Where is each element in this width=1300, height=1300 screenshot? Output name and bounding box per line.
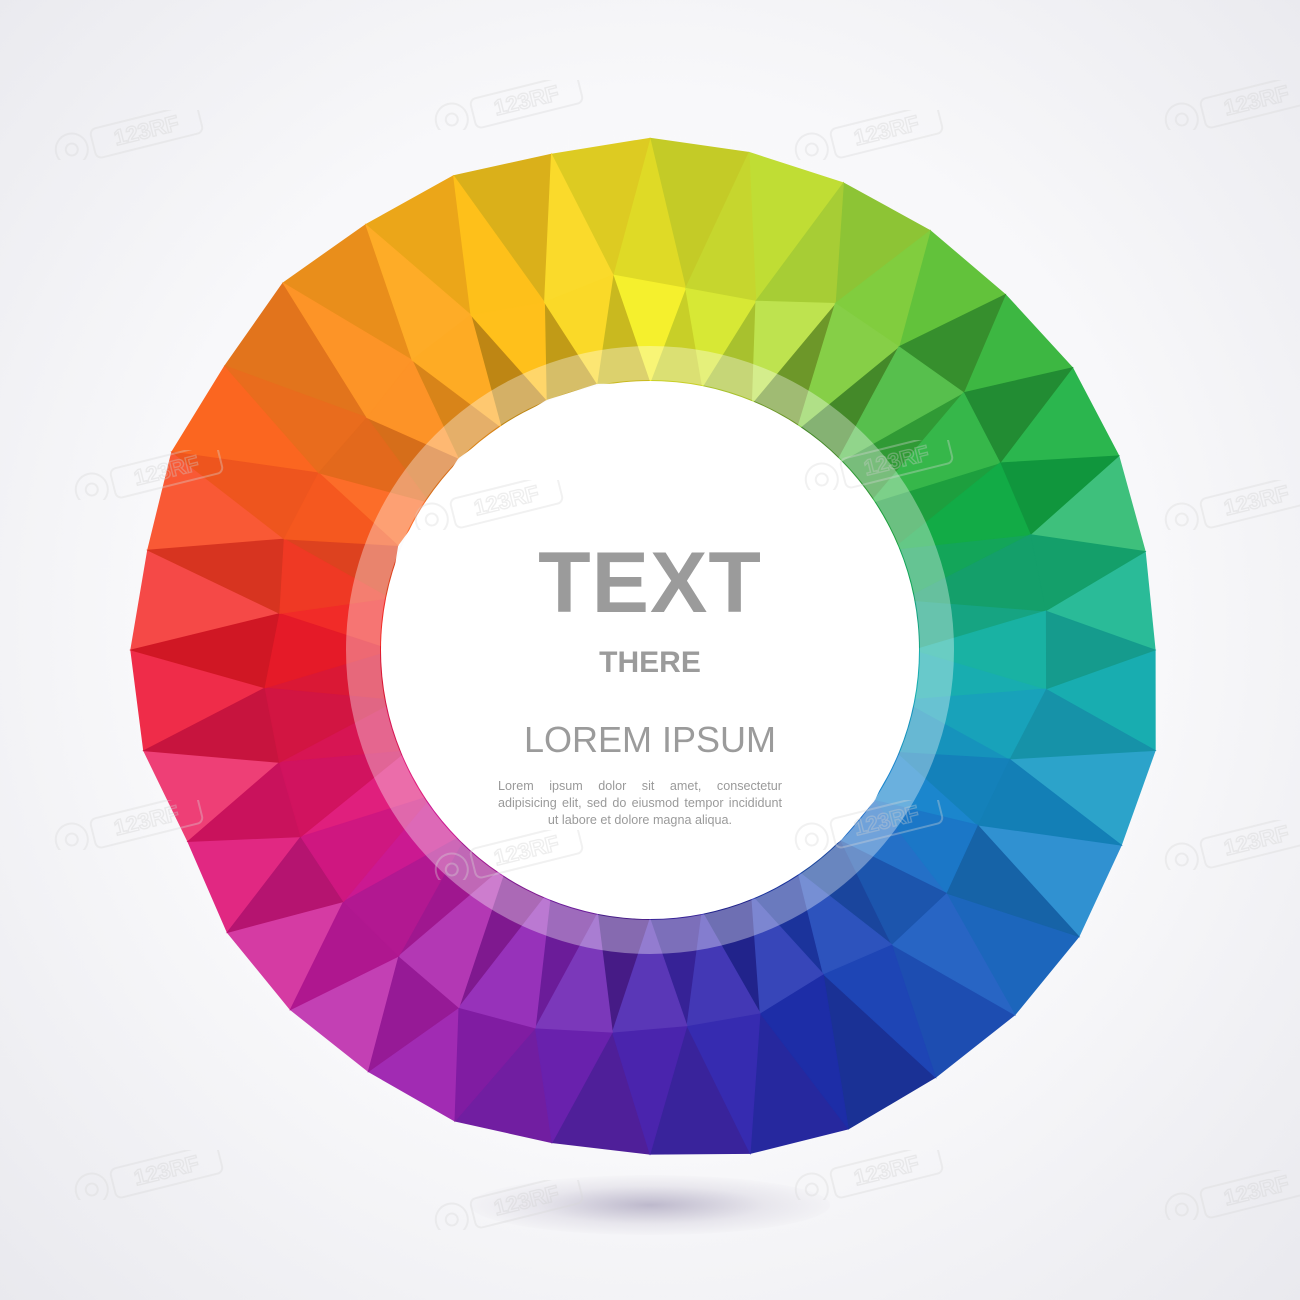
watermark-logo: 123RF xyxy=(400,473,580,537)
watermark-logo: 123RF xyxy=(420,73,600,137)
watermark-logo: 123RF xyxy=(420,1173,600,1237)
watermark-logo: 123RF xyxy=(40,793,220,857)
watermark-logo: 123RF xyxy=(1150,73,1300,137)
watermark-logo: 123RF xyxy=(780,793,960,857)
watermark-logo: 123RF xyxy=(1150,813,1300,877)
watermark-logo: 123RF xyxy=(40,103,220,167)
subtitle-text: THERE xyxy=(599,646,701,679)
watermark-logo: 123RF xyxy=(1150,1163,1300,1227)
title-text: TEXT xyxy=(538,535,762,631)
canvas: TEXT THERE LOREM IPSUM Lorem ipsum dolor… xyxy=(0,0,1300,1300)
watermark-logo: 123RF xyxy=(790,433,970,497)
watermark-logo: 123RF xyxy=(420,823,600,887)
watermark-logo: 123RF xyxy=(60,443,240,507)
lorem-heading: LOREM IPSUM xyxy=(523,719,777,760)
watermark-logo: 123RF xyxy=(60,1143,240,1207)
watermark-logo: 123RF xyxy=(780,103,960,167)
watermark-logo: 123RF xyxy=(780,1143,960,1207)
watermark-logo: 123RF xyxy=(1150,473,1300,537)
body-paragraph: Lorem ipsum dolor sit amet, consectetur … xyxy=(498,779,782,827)
